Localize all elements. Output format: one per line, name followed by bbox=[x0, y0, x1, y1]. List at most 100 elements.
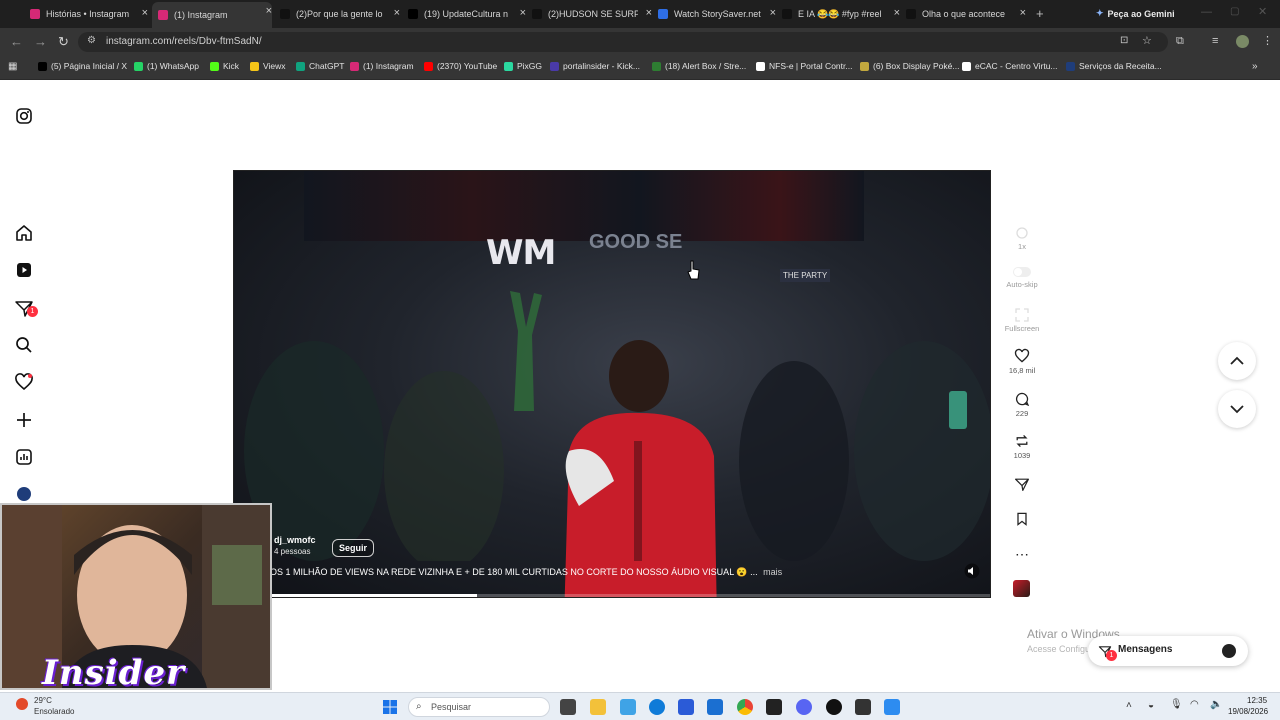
caption-more-link[interactable]: mais bbox=[763, 567, 782, 577]
network-icon[interactable]: ◒ bbox=[1148, 700, 1154, 711]
store-icon[interactable] bbox=[678, 699, 694, 715]
windows-start-icon[interactable] bbox=[382, 699, 398, 715]
bookmark-item[interactable]: Viewx bbox=[250, 61, 286, 71]
repost-button[interactable]: 1039 bbox=[1004, 433, 1040, 460]
copilot-icon[interactable] bbox=[620, 699, 636, 715]
profile-avatar-small[interactable] bbox=[17, 487, 31, 501]
microphone-icon[interactable]: 🎙 bbox=[1170, 699, 1183, 710]
more-bookmarks-icon[interactable]: » bbox=[1252, 61, 1258, 72]
home-icon[interactable] bbox=[14, 223, 34, 243]
instagram-logo-icon[interactable] bbox=[14, 106, 34, 126]
bookmark-item[interactable]: (2370) YouTube bbox=[424, 61, 497, 71]
chrome-icon[interactable] bbox=[737, 699, 753, 715]
reels-icon[interactable] bbox=[14, 260, 34, 280]
audio-thumbnail[interactable] bbox=[1013, 580, 1030, 597]
calendar-icon[interactable] bbox=[884, 699, 900, 715]
follow-button[interactable]: Seguir bbox=[332, 539, 375, 557]
app-icon[interactable] bbox=[855, 699, 871, 715]
reload-button[interactable]: ↻ bbox=[58, 34, 69, 50]
weather-icon[interactable] bbox=[16, 698, 28, 710]
back-button[interactable]: ← bbox=[10, 34, 23, 49]
weather-description[interactable]: Ensolarado bbox=[34, 707, 74, 716]
tab-close-icon[interactable]: × bbox=[520, 7, 526, 19]
url-field[interactable]: ⚙ instagram.com/reels/Dbv-ftmSadN/ ⊡ ☆ bbox=[78, 32, 1168, 52]
task-view-icon[interactable] bbox=[560, 699, 576, 715]
forward-button[interactable]: → bbox=[34, 34, 47, 49]
browser-tab[interactable]: (1) Instagram × bbox=[152, 2, 272, 28]
gemini-button[interactable]: ✦ Peça ao Gemini bbox=[1096, 8, 1175, 19]
new-tab-button[interactable]: + bbox=[1036, 6, 1044, 21]
edge-icon[interactable] bbox=[649, 699, 665, 715]
tab-close-icon[interactable]: × bbox=[394, 7, 400, 19]
install-icon[interactable]: ⊡ bbox=[1120, 35, 1128, 46]
tray-chevron-up-icon[interactable]: ˄ bbox=[1126, 700, 1132, 711]
tab-search-icon[interactable]: ≡ bbox=[1212, 35, 1218, 47]
bookmark-item[interactable]: (5) Página Inicial / X bbox=[38, 61, 127, 71]
tab-close-icon[interactable]: × bbox=[894, 7, 900, 19]
capcut-icon[interactable] bbox=[766, 699, 782, 715]
browser-tab[interactable]: Olha o que acontece × bbox=[906, 4, 1026, 24]
messages-popup-button[interactable]: 1 Mensagens bbox=[1088, 636, 1248, 666]
next-reel-button[interactable] bbox=[1218, 390, 1256, 428]
speed-control[interactable]: 1x bbox=[1004, 226, 1040, 251]
bookmark-item[interactable]: portalinsider - Kick... bbox=[550, 61, 640, 71]
wifi-icon[interactable]: ◠ bbox=[1190, 699, 1199, 710]
file-explorer-icon[interactable] bbox=[590, 699, 606, 715]
bookmark-star-icon[interactable]: ☆ bbox=[1142, 34, 1152, 47]
autoskip-toggle[interactable]: Auto-skip bbox=[1004, 266, 1040, 289]
collab-count[interactable]: 4 pessoas bbox=[274, 547, 310, 556]
bookmark-item[interactable]: Serviços da Receita... bbox=[1066, 61, 1162, 71]
tab-close-icon[interactable]: × bbox=[266, 5, 272, 17]
clock-time[interactable]: 12:35 bbox=[1247, 696, 1267, 705]
bookmark-item[interactable]: (1) WhatsApp bbox=[134, 61, 199, 71]
reel-video[interactable]: WM GOOD SE THE PARTY dj_wmofc 4 pessoas … bbox=[233, 170, 991, 598]
bookmark-item[interactable]: PixGG bbox=[504, 61, 542, 71]
tab-close-icon[interactable]: × bbox=[770, 7, 776, 19]
messages-nav-item[interactable]: 1 bbox=[14, 298, 38, 318]
weather-temperature[interactable]: 29°C bbox=[34, 696, 52, 705]
bookmark-item[interactable]: (1) Instagram bbox=[350, 61, 414, 71]
extensions-icon[interactable]: ⧉ bbox=[1176, 35, 1184, 48]
obs-icon[interactable] bbox=[826, 699, 842, 715]
tab-close-icon[interactable]: × bbox=[1020, 7, 1026, 19]
taskbar-search[interactable]: ⌕ Pesquisar bbox=[408, 697, 550, 717]
author-username[interactable]: dj_wmofc bbox=[274, 535, 316, 545]
tab-close-icon[interactable]: × bbox=[142, 7, 148, 19]
browser-tab[interactable]: (2)HUDSON SE SURP × bbox=[532, 4, 652, 24]
browser-tab[interactable]: E IA 😂😂 #fyp #reel × bbox=[782, 4, 900, 24]
apps-grid-icon[interactable]: ▦ bbox=[8, 61, 17, 72]
video-progress-track[interactable] bbox=[234, 594, 990, 597]
previous-reel-button[interactable] bbox=[1218, 342, 1256, 380]
speaker-icon[interactable]: 🔈 bbox=[1210, 699, 1222, 710]
tab-close-icon[interactable]: × bbox=[646, 7, 652, 19]
discord-icon[interactable] bbox=[796, 699, 812, 715]
create-plus-icon[interactable] bbox=[14, 410, 34, 430]
clock-date[interactable]: 19/08/2026 bbox=[1228, 707, 1268, 716]
fullscreen-button[interactable]: Fullscreen bbox=[1004, 308, 1040, 333]
volume-icon[interactable] bbox=[964, 563, 980, 579]
menu-kebab-icon[interactable]: ⋮ bbox=[1262, 34, 1273, 47]
share-button[interactable] bbox=[1004, 476, 1040, 494]
search-icon[interactable] bbox=[14, 335, 34, 355]
more-options-icon[interactable]: ⋯ bbox=[1004, 546, 1040, 563]
browser-tab[interactable]: (19) UpdateCultura n × bbox=[408, 4, 526, 24]
close-window-button[interactable]: ✕ bbox=[1258, 5, 1267, 18]
bookmark-item[interactable]: eCAC - Centro Virtu... bbox=[962, 61, 1058, 71]
bookmark-item[interactable]: ChatGPT bbox=[296, 61, 344, 71]
site-info-icon[interactable]: ⚙ bbox=[87, 35, 96, 46]
profile-avatar[interactable] bbox=[1236, 35, 1249, 48]
like-button[interactable]: 16,8 mil bbox=[1004, 348, 1040, 375]
bookmark-item[interactable]: (18) Alert Box / Stre... bbox=[652, 61, 746, 71]
dashboard-icon[interactable] bbox=[14, 447, 34, 467]
save-button[interactable] bbox=[1004, 511, 1040, 529]
minimize-button[interactable]: — bbox=[1201, 6, 1212, 18]
heart-icon[interactable] bbox=[14, 372, 34, 392]
browser-tab[interactable]: (2)Por que la gente lo × bbox=[280, 4, 400, 24]
browser-tab[interactable]: Watch StorySaver.net × bbox=[658, 4, 776, 24]
maximize-button[interactable]: ▢ bbox=[1230, 6, 1239, 17]
bookmark-item[interactable]: NFS-e | Portal Contr... bbox=[756, 61, 852, 71]
comment-button[interactable]: 229 bbox=[1004, 391, 1040, 418]
bookmark-item[interactable]: (6) Box Display Poké... bbox=[860, 61, 959, 71]
browser-tab[interactable]: Histórias • Instagram × bbox=[30, 4, 148, 24]
bookmark-item[interactable]: Kick bbox=[210, 61, 239, 71]
